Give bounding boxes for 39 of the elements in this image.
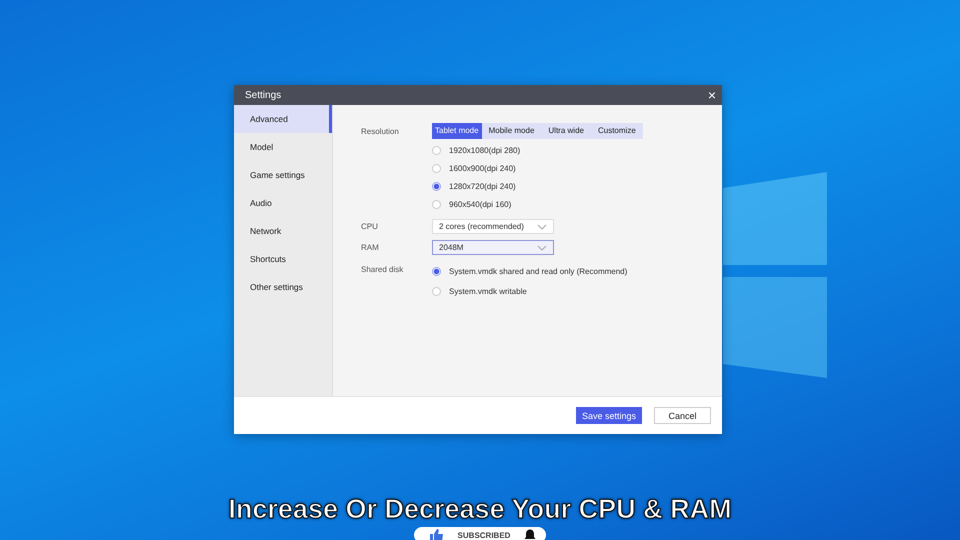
sidebar-item[interactable]: Model (234, 133, 332, 161)
radio-button[interactable] (432, 200, 441, 208)
chevron-down-icon (537, 244, 547, 250)
radio-button[interactable] (432, 146, 441, 154)
sidebar-item[interactable]: Game settings (234, 161, 332, 189)
field-label: CPU (361, 222, 379, 231)
option-label: System.vmdk writable (449, 286, 527, 296)
radio-button[interactable] (432, 164, 441, 172)
radio-button[interactable] (432, 286, 441, 296)
video-caption: Increase Or Decrease Your CPU & RAM (228, 494, 732, 525)
option-label: 1280x720(dpi 240) (449, 182, 516, 190)
sidebar-item[interactable]: Network (234, 217, 332, 245)
mode-tab[interactable]: Customize (590, 123, 643, 139)
option-label: 1600x900(dpi 240) (449, 164, 516, 172)
ram-dropdown[interactable]: 2048M (432, 240, 554, 255)
bell-icon (524, 528, 536, 540)
mode-tab[interactable]: Ultra wide (541, 123, 591, 139)
radio-button[interactable] (432, 182, 441, 190)
option-label: 1920x1080(dpi 280) (449, 146, 520, 154)
window-title: Settings (245, 90, 282, 100)
field-label: Resolution (361, 126, 400, 138)
sidebar-item[interactable]: Audio (234, 189, 332, 217)
option-label: 960x540(dpi 160) (449, 200, 512, 208)
mode-tab[interactable]: Tablet mode (432, 123, 482, 139)
subscribed-label: SUBSCRIBED (458, 530, 510, 540)
save-button[interactable]: Save settings (576, 407, 642, 424)
sidebar-item[interactable]: Shortcuts (234, 245, 332, 273)
thumbs-up-icon (430, 528, 444, 540)
cancel-button[interactable]: Cancel (654, 407, 711, 424)
field-label: RAM (361, 243, 380, 252)
close-button[interactable]: × (708, 88, 716, 102)
radio-button[interactable] (432, 266, 441, 276)
sidebar-item[interactable]: Other settings (234, 273, 332, 301)
cpu-dropdown[interactable]: 2 cores (recommended) (432, 219, 554, 234)
sidebar-item[interactable]: Advanced (234, 105, 332, 133)
field-label: Shared disk (361, 264, 404, 276)
option-label: System.vmdk shared and read only (Recommend) (449, 266, 628, 276)
chevron-down-icon (537, 224, 547, 230)
mode-tab[interactable]: Mobile mode (482, 123, 542, 139)
